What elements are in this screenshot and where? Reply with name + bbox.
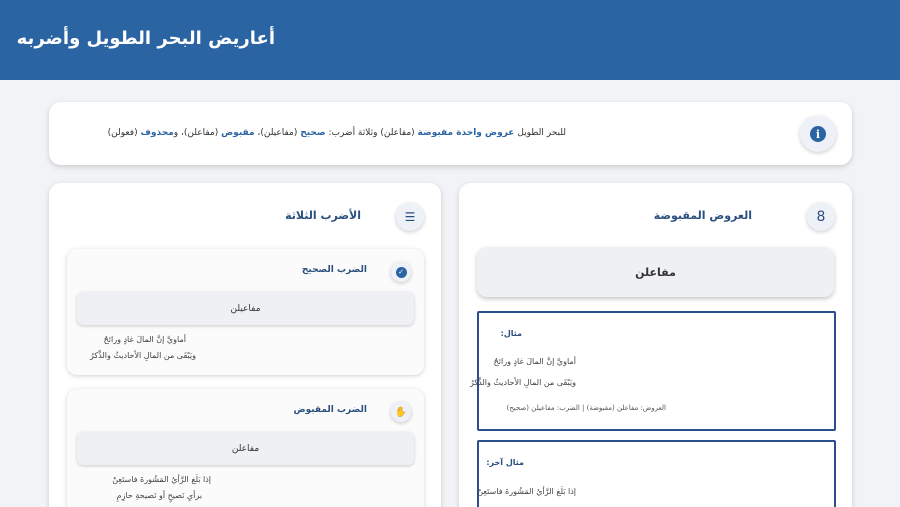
darb-card-title: الضرب المقبوض bbox=[293, 405, 367, 415]
page-title: أعاريض البحر الطويل وأضربه bbox=[16, 28, 275, 49]
arud-panel: 8 العروض المقبوضة مفاعلن مثال: أماويَّ إ… bbox=[459, 183, 852, 507]
verse-line: أماويَّ إنَّ المالَ غادٍ ورائحٌ bbox=[103, 335, 186, 344]
verse-line: إذا بَلَغ الرَّأيُ المَشُورةَ فاستَعِنْ bbox=[112, 475, 211, 484]
info-card: i للبحر الطويل عروض واحدة مقبوضة (مفاعلن… bbox=[49, 102, 852, 165]
darb-pattern: مفاعيلن bbox=[77, 292, 414, 325]
verse-line: أماويَّ إنَّ المالَ غادٍ ورائحٌ bbox=[493, 357, 576, 366]
darb-card-maqbud: ✋ الضرب المقبوض مفاعلن إذا بَلَغ الرَّأي… bbox=[67, 389, 424, 507]
example-box: مثال: أماويَّ إنَّ المالَ غادٍ ورائحٌ وي… bbox=[470, 311, 836, 431]
darb-card-title: الضرب الصحيح bbox=[301, 265, 367, 275]
verse-line: إذا بَلَغ الرَّأيُ المَشُورةَ فاستَعِنْ bbox=[477, 487, 576, 496]
hand-icon: ✋ bbox=[391, 402, 411, 422]
info-icon: i bbox=[800, 116, 836, 152]
verse-line: ويَبْقَى من المالِ الأحاديثُ والذِّكرُ bbox=[89, 351, 196, 360]
darb-pattern: مفاعلن bbox=[77, 432, 414, 465]
check-circle-icon: ✓ bbox=[391, 262, 411, 282]
example-label: مثال آخر: bbox=[486, 458, 524, 467]
example-box-2: مثال آخر: إذا بَلَغ الرَّأيُ المَشُورةَ … bbox=[477, 440, 836, 507]
list-icon: ☰ bbox=[396, 203, 424, 231]
example-label: مثال: bbox=[500, 329, 522, 338]
arud-pattern: مفاعلن bbox=[477, 247, 834, 297]
darb-panel: ☰ الأضرب الثلاثة ✓ الضرب الصحيح مفاعيلن … bbox=[49, 183, 441, 507]
info-text: للبحر الطويل عروض واحدة مقبوضة (مفاعلن) … bbox=[107, 128, 566, 138]
number-8-icon: 8 bbox=[807, 203, 835, 231]
example-meta: العروض: مفاعلن (مقبوضة) | الضرب: مفاعيلن… bbox=[506, 404, 666, 412]
arud-panel-title: العروض المقبوضة bbox=[653, 209, 752, 222]
darb-card-sahih: ✓ الضرب الصحيح مفاعيلن أماويَّ إنَّ الما… bbox=[67, 249, 424, 375]
page-header: أعاريض البحر الطويل وأضربه bbox=[0, 0, 900, 80]
darb-panel-title: الأضرب الثلاثة bbox=[285, 209, 361, 222]
verse-line: برأيِ نَصيحٍ أو نَصيحةِ حازِمِ bbox=[116, 491, 202, 500]
verse-line: ويَبْقَى من المالِ الأحاديثُ والذِّكرُ bbox=[469, 378, 576, 387]
